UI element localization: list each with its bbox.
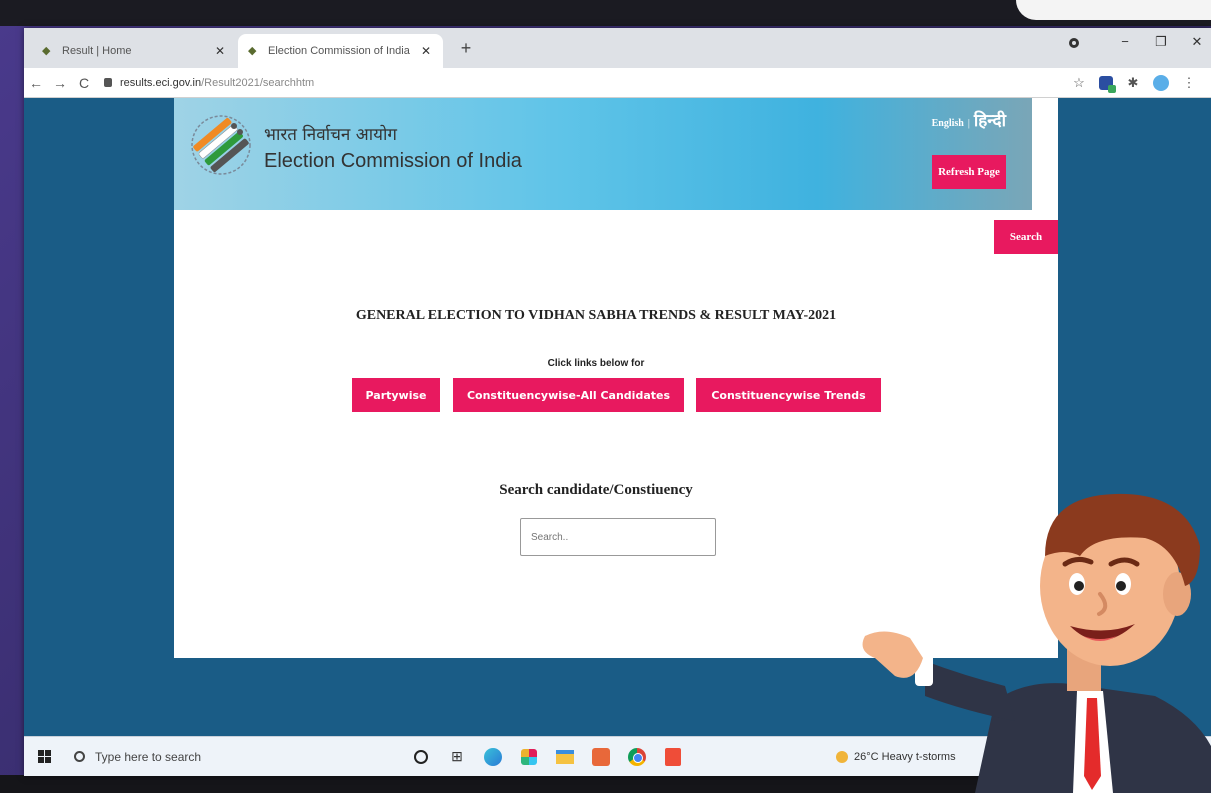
close-window-button[interactable]: ✕ xyxy=(1189,34,1205,50)
search-icon xyxy=(74,751,85,762)
menu-icon[interactable]: ⋮ xyxy=(1181,75,1197,91)
forward-button[interactable]: → xyxy=(48,75,72,91)
extensions-icon[interactable] xyxy=(1099,75,1116,93)
cartoon-presenter-illustration xyxy=(862,493,1211,793)
backdrop-pill xyxy=(1016,0,1211,20)
eci-header: भारत निर्वाचन आयोग Election Commission o… xyxy=(174,98,1032,210)
page-title: GENERAL ELECTION TO VIDHAN SABHA TRENDS … xyxy=(355,308,837,323)
search-button[interactable]: Search xyxy=(994,220,1058,254)
links-note: Click links below for xyxy=(547,358,645,369)
profile-avatar[interactable] xyxy=(1153,74,1169,91)
back-button[interactable]: ← xyxy=(24,75,48,91)
tab-title: Election Commission of India xyxy=(268,45,410,57)
lock-icon[interactable] xyxy=(104,78,112,87)
task-view-icon[interactable]: ⊞ xyxy=(446,746,468,768)
tab-strip: ◆ Result | Home ✕ ◆ Election Commission … xyxy=(24,28,1211,68)
tab-title: Result | Home xyxy=(62,45,132,57)
cortana-icon[interactable] xyxy=(410,746,432,768)
puzzle-icon[interactable]: ✱ xyxy=(1125,75,1141,91)
file-explorer-icon[interactable] xyxy=(554,746,576,768)
start-button[interactable] xyxy=(24,750,64,763)
slack-icon[interactable] xyxy=(518,746,540,768)
minimize-button[interactable]: − xyxy=(1117,34,1133,50)
toolbar-actions: ☆ ✱ ⋮ xyxy=(1071,74,1211,93)
windows-logo-icon xyxy=(37,750,51,763)
constituencywise-all-candidates-button[interactable]: Constituencywise-All Candidates xyxy=(453,378,684,412)
taskbar-search[interactable]: Type here to search xyxy=(64,737,374,777)
url-host: results.eci.gov.in xyxy=(120,76,202,89)
chrome-icon[interactable] xyxy=(626,746,648,768)
restore-button[interactable]: ❐ xyxy=(1153,34,1169,50)
search-input[interactable] xyxy=(520,518,716,556)
tab-result-home[interactable]: ◆ Result | Home ✕ xyxy=(32,34,237,68)
record-icon[interactable] xyxy=(1069,38,1079,48)
office-app-icon[interactable] xyxy=(590,746,612,768)
new-tab-button[interactable]: + xyxy=(454,38,478,59)
eci-favicon-icon: ◆ xyxy=(42,45,51,57)
browser-toolbar: ← → C results.eci.gov.in /Result2021/sea… xyxy=(24,68,1211,98)
language-switch: English | हिन्दी xyxy=(932,108,1006,131)
eci-logo-icon xyxy=(191,115,251,175)
tab-election-commission[interactable]: ◆ Election Commission of India ✕ xyxy=(238,34,443,68)
eci-favicon-icon: ◆ xyxy=(248,45,257,57)
weather-icon xyxy=(836,750,848,763)
edge-icon[interactable] xyxy=(482,746,504,768)
taskbar-search-placeholder: Type here to search xyxy=(95,749,202,764)
star-icon[interactable]: ☆ xyxy=(1071,75,1087,91)
partywise-button[interactable]: Partywise xyxy=(352,378,440,412)
language-english-link[interactable]: English xyxy=(932,118,964,129)
reload-button[interactable]: C xyxy=(72,75,96,91)
eci-english-title: Election Commission of India xyxy=(264,150,522,172)
address-bar[interactable]: results.eci.gov.in /Result2021/searchhtm xyxy=(104,72,1071,94)
refresh-page-button[interactable]: Refresh Page xyxy=(932,155,1006,189)
close-tab-icon[interactable]: ✕ xyxy=(213,44,227,58)
eci-hindi-title: भारत निर्वाचन आयोग xyxy=(264,125,397,145)
window-controls: − ❐ ✕ xyxy=(1117,34,1205,50)
language-hindi-link[interactable]: हिन्दी xyxy=(974,108,1006,131)
close-tab-icon[interactable]: ✕ xyxy=(419,44,433,58)
constituencywise-trends-button[interactable]: Constituencywise Trends xyxy=(696,378,881,412)
taskbar-apps: ⊞ xyxy=(410,746,684,768)
url-path: /Result2021/searchhtm xyxy=(201,76,315,89)
pdf-app-icon[interactable] xyxy=(662,746,684,768)
language-separator: | xyxy=(967,118,970,129)
